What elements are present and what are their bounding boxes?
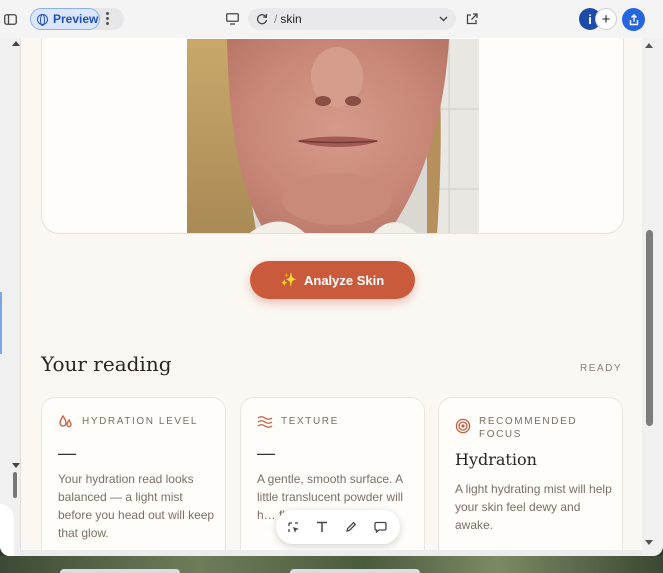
taskbar-item[interactable] — [290, 569, 420, 573]
left-panel-card — [0, 504, 14, 556]
share-icon — [629, 13, 638, 25]
selection-indicator — [0, 292, 2, 354]
card-body: A light hydrating mist will help your sk… — [455, 482, 612, 532]
analyze-skin-button[interactable]: ✨ Analyze Skin — [250, 261, 415, 299]
page-scrollbar-thumb[interactable] — [646, 230, 653, 426]
target-icon — [455, 418, 471, 434]
section-title: Your reading — [41, 352, 172, 376]
analyze-skin-label: Analyze Skin — [303, 272, 385, 288]
card-label: RECOMMENDED FOCUS — [479, 416, 578, 440]
pen-tool-icon[interactable] — [342, 518, 360, 536]
page-scrollbar[interactable] — [642, 38, 663, 556]
open-external-icon[interactable] — [465, 12, 479, 26]
share-button[interactable] — [622, 8, 645, 31]
page-viewport: ✨ Analyze Skin Your reading READY HYDRAT… — [20, 38, 642, 550]
hydration-card: HYDRATION LEVEL — Your hydration read lo… — [41, 397, 226, 550]
droplets-icon — [58, 414, 74, 430]
comment-tool-icon[interactable] — [371, 518, 389, 536]
edit-toolbar — [276, 510, 400, 544]
url-path: skin — [280, 12, 302, 26]
taskbar-item[interactable] — [60, 569, 180, 573]
recommended-focus-card: RECOMMENDED FOCUS Hydration A light hydr… — [438, 397, 623, 550]
preview-label: Preview — [53, 12, 99, 26]
face-photo — [187, 39, 479, 233]
more-options-icon[interactable] — [106, 12, 110, 26]
url-bar[interactable]: / skin — [248, 8, 456, 30]
photo-card — [41, 38, 624, 234]
card-label: TEXTURE — [281, 416, 339, 427]
sidebar-toggle-icon[interactable] — [3, 12, 17, 26]
sparkle-icon: ✨ — [280, 272, 297, 287]
card-value: — — [58, 443, 76, 463]
globe-icon — [37, 13, 48, 26]
reload-icon[interactable] — [256, 13, 268, 25]
browser-window: Preview / skin i + ✨ Analyze Skin Your r… — [0, 0, 663, 556]
card-label: HYDRATION LEVEL — [82, 416, 199, 427]
preview-button[interactable]: Preview — [30, 8, 100, 30]
top-toolbar: Preview / skin i + — [0, 0, 663, 38]
left-scrollbar-thumb[interactable] — [13, 472, 17, 498]
scroll-up-arrow-icon[interactable] — [645, 43, 653, 48]
select-element-icon[interactable] — [284, 518, 302, 536]
scroll-down-arrow-icon[interactable] — [645, 540, 653, 545]
left-panel-edge — [0, 38, 20, 556]
waves-icon — [257, 414, 273, 430]
card-body: Your hydration read looks balanced — a l… — [58, 472, 215, 540]
add-button[interactable]: + — [595, 8, 617, 30]
device-monitor-icon[interactable] — [225, 12, 239, 26]
card-value: — — [257, 443, 275, 463]
card-value: Hydration — [455, 450, 537, 469]
status-badge: READY — [580, 363, 622, 374]
chevron-down-icon[interactable] — [438, 14, 448, 24]
text-tool-icon[interactable] — [313, 518, 331, 536]
